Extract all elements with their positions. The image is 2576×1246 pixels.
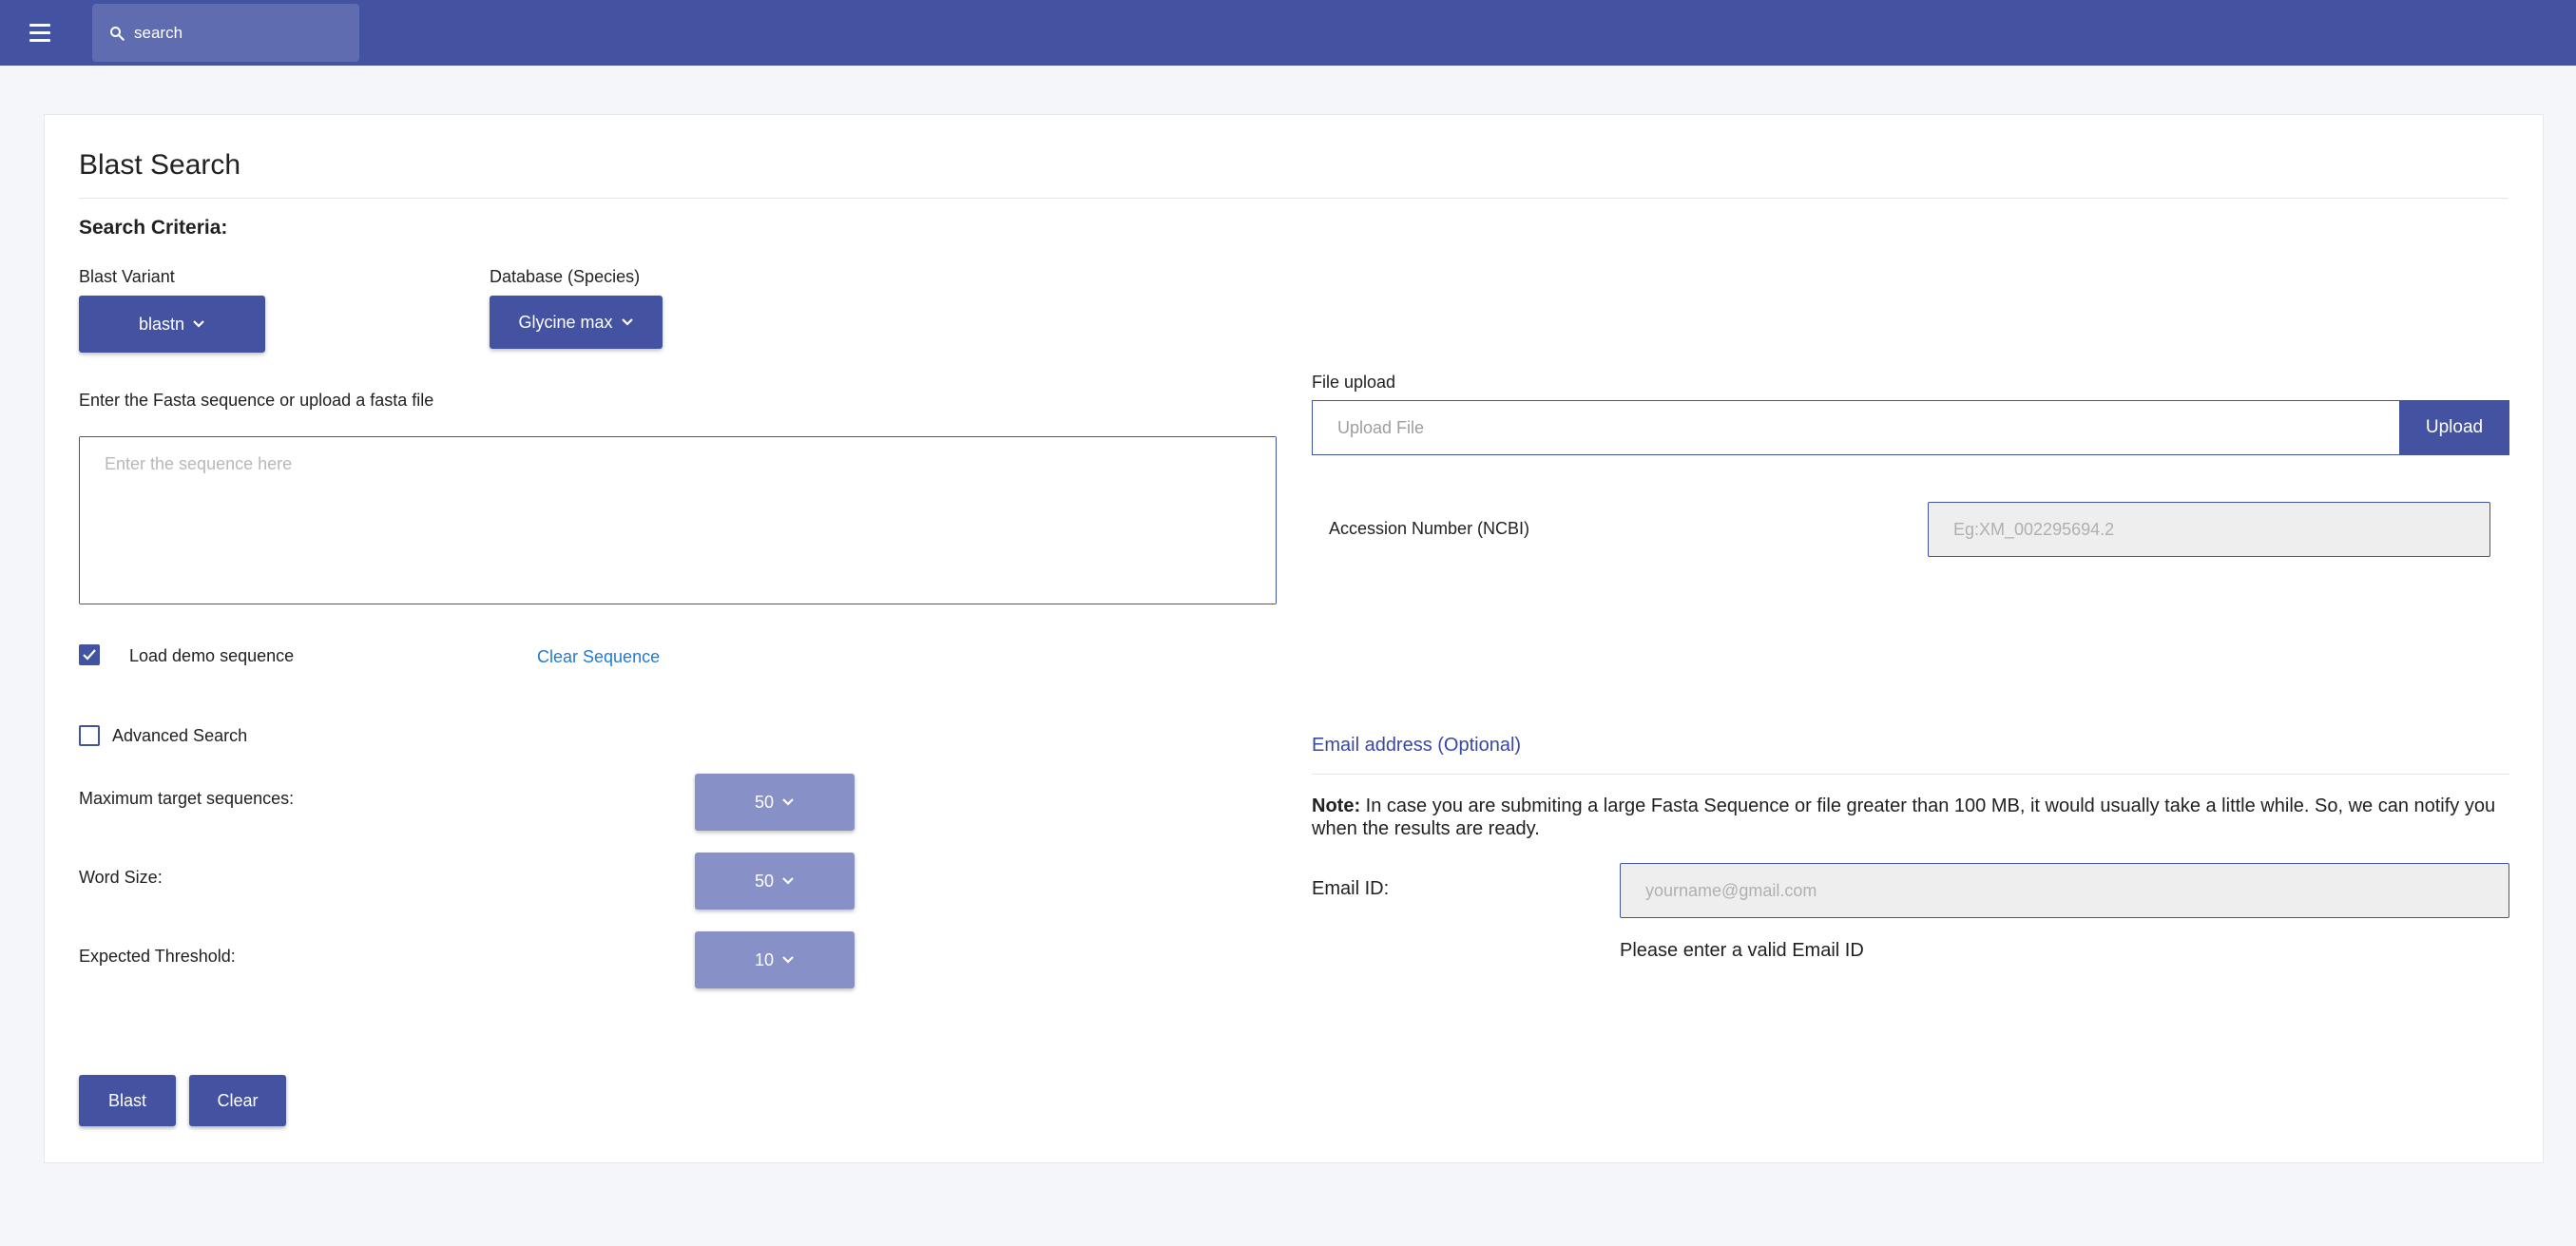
- note-label: Note:: [1312, 796, 1361, 816]
- blast-search-card: Blast Search Search Criteria: Blast Vari…: [44, 114, 2544, 1163]
- blast-variant-dropdown[interactable]: blastn: [79, 296, 265, 353]
- chevron-down-icon: [621, 318, 633, 326]
- chevron-down-icon: [782, 956, 794, 964]
- clear-sequence-link[interactable]: Clear Sequence: [537, 647, 660, 667]
- file-upload-input[interactable]: [1313, 401, 2399, 454]
- file-upload-label: File upload: [1312, 373, 1396, 392]
- page-title: Blast Search: [79, 149, 241, 181]
- database-value: Glycine max: [518, 312, 613, 332]
- search-input[interactable]: [134, 17, 343, 49]
- sequence-label: Enter the Fasta sequence or upload a fas…: [79, 391, 434, 410]
- load-demo-label: Load demo sequence: [129, 646, 295, 665]
- word-size-dropdown[interactable]: 50: [695, 853, 855, 910]
- email-section-divider: [1312, 774, 2509, 775]
- email-note: Note: In case you are submiting a large …: [1312, 795, 2509, 840]
- search-box[interactable]: [92, 4, 359, 62]
- accession-label: Accession Number (NCBI): [1329, 519, 1530, 538]
- email-input[interactable]: [1621, 864, 2509, 917]
- search-criteria-heading: Search Criteria:: [79, 217, 228, 239]
- email-section-title: Email address (Optional): [1312, 735, 1522, 756]
- title-divider: [79, 198, 2509, 199]
- email-validation-message: Please enter a valid Email ID: [1620, 940, 1864, 961]
- chevron-down-icon: [782, 877, 794, 885]
- blast-button[interactable]: Blast: [79, 1075, 176, 1126]
- chevron-down-icon: [193, 320, 204, 328]
- sequence-textarea-wrapper: [79, 436, 1277, 604]
- advanced-search-checkbox[interactable]: [79, 725, 100, 746]
- database-dropdown[interactable]: Glycine max: [490, 296, 663, 349]
- accession-input[interactable]: [1929, 503, 2489, 556]
- menu-icon[interactable]: [25, 20, 55, 47]
- top-app-bar: [0, 0, 2576, 66]
- file-upload-field: [1312, 400, 2399, 455]
- threshold-dropdown[interactable]: 10: [695, 931, 855, 988]
- blast-variant-value: blastn: [138, 314, 185, 334]
- word-size-label: Word Size:: [79, 868, 163, 887]
- checkmark-icon: [83, 649, 96, 661]
- max-target-label: Maximum target sequences:: [79, 789, 295, 808]
- note-text: In case you are submiting a large Fasta …: [1312, 796, 2496, 839]
- accession-field: [1928, 502, 2490, 557]
- load-demo-checkbox[interactable]: [79, 644, 100, 665]
- clear-button[interactable]: Clear: [189, 1075, 286, 1126]
- database-label: Database (Species): [490, 267, 641, 286]
- max-target-value: 50: [754, 792, 775, 812]
- word-size-value: 50: [754, 871, 775, 891]
- threshold-value: 10: [754, 949, 775, 969]
- max-target-dropdown[interactable]: 50: [695, 774, 855, 831]
- advanced-search-label: Advanced Search: [112, 726, 248, 745]
- blast-variant-label: Blast Variant: [79, 267, 175, 286]
- email-field: [1620, 863, 2509, 918]
- chevron-down-icon: [782, 798, 794, 806]
- upload-button[interactable]: Upload: [2399, 400, 2509, 455]
- threshold-label: Expected Threshold:: [79, 947, 236, 966]
- search-icon: [110, 27, 125, 41]
- sequence-textarea[interactable]: [80, 437, 1276, 604]
- email-id-label: Email ID:: [1312, 878, 1390, 899]
